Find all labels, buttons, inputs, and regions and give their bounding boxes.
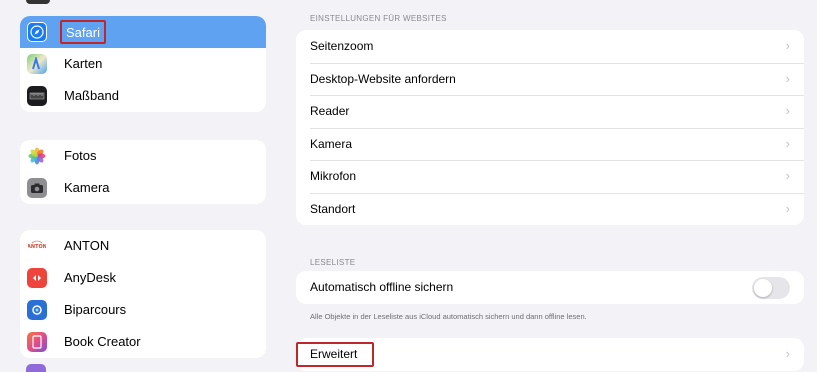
section-header-reading-list: LESELISTE <box>310 258 356 267</box>
row-label: Desktop-Website anfordern <box>310 71 456 86</box>
sidebar-item-book-creator[interactable]: Book Creator <box>20 326 266 358</box>
row-mikrofon[interactable]: Mikrofon › <box>296 160 804 193</box>
row-desktop-website[interactable]: Desktop-Website anfordern › <box>296 62 804 96</box>
measure-icon <box>27 86 47 106</box>
row-label: Seitenzoom <box>310 39 374 53</box>
row-label: Mikrofon <box>310 169 357 183</box>
sidebar-item-massband[interactable]: Maßband <box>20 80 266 112</box>
anydesk-icon <box>27 268 47 288</box>
sidebar-item-kamera[interactable]: Kamera <box>20 172 266 204</box>
row-offline-save: Automatisch offline sichern <box>296 271 804 304</box>
chevron-right-icon: › <box>785 346 790 361</box>
book-creator-icon <box>27 332 47 352</box>
sidebar: Safari Karten Maßband Fotos Kamera ANTON… <box>0 0 282 372</box>
sidebar-item-biparcours[interactable]: Biparcours <box>20 294 266 326</box>
chevron-right-icon: › <box>785 103 790 118</box>
svg-text:ANTON: ANTON <box>28 244 46 250</box>
sidebar-item-anydesk[interactable]: AnyDesk <box>20 262 266 294</box>
main-panel: EINSTELLUNGEN FÜR WEBSITES Seitenzoom › … <box>282 0 817 372</box>
sidebar-item-label: Biparcours <box>64 302 127 317</box>
row-label: Reader <box>310 104 350 118</box>
section-header-website-settings: EINSTELLUNGEN FÜR WEBSITES <box>310 14 447 23</box>
offline-save-toggle[interactable] <box>752 277 790 299</box>
sidebar-item-safari[interactable]: Safari <box>20 16 266 48</box>
camera-icon <box>27 178 47 198</box>
sidebar-item-karten[interactable]: Karten <box>20 48 266 80</box>
sidebar-group-third-party: ANTON ANTON AnyDesk Biparcours Book Crea… <box>20 230 266 358</box>
chevron-right-icon: › <box>785 135 790 151</box>
chevron-right-icon: › <box>785 200 790 216</box>
row-reader[interactable]: Reader › <box>296 95 804 128</box>
row-label: Standort <box>310 201 356 216</box>
reading-list-group: Automatisch offline sichern <box>296 271 804 304</box>
row-label: Automatisch offline sichern <box>310 280 454 294</box>
erweitert-highlight <box>296 342 374 367</box>
chevron-right-icon: › <box>785 38 790 53</box>
chevron-right-icon: › <box>785 168 790 183</box>
sidebar-item-label: Kamera <box>64 180 110 195</box>
row-label: Kamera <box>310 136 353 151</box>
biparcours-icon <box>27 300 47 320</box>
sidebar-item-label: Book Creator <box>64 334 141 349</box>
partial-app-icon <box>26 364 46 372</box>
chevron-right-icon: › <box>785 70 790 86</box>
anton-logo-icon: ANTON <box>27 236 47 256</box>
sidebar-item-label: ANTON <box>64 238 110 253</box>
sidebar-group-apple-apps: Safari Karten Maßband <box>20 16 266 112</box>
partial-app-icon <box>26 0 50 4</box>
website-settings-group: Seitenzoom › Desktop-Website anfordern ›… <box>296 30 804 225</box>
reading-list-footnote: Alle Objekte in der Leseliste aus iCloud… <box>310 312 587 321</box>
sidebar-item-label: Maßband <box>64 88 119 103</box>
sidebar-group-media: Fotos Kamera <box>20 140 266 204</box>
safari-compass-icon <box>27 22 47 42</box>
row-kamera[interactable]: Kamera › <box>296 127 804 161</box>
sidebar-item-label: AnyDesk <box>64 270 117 285</box>
sidebar-item-label: Fotos <box>64 148 97 163</box>
sidebar-item-label: Karten <box>64 56 103 71</box>
photos-flower-icon <box>27 146 47 166</box>
sidebar-item-label: Safari <box>60 20 106 44</box>
maps-icon <box>27 54 47 74</box>
sidebar-item-fotos[interactable]: Fotos <box>20 140 266 172</box>
toggle-knob <box>754 279 772 297</box>
row-standort[interactable]: Standort › <box>296 192 804 226</box>
sidebar-item-anton[interactable]: ANTON ANTON <box>20 230 266 262</box>
row-seitenzoom[interactable]: Seitenzoom › <box>296 30 804 63</box>
